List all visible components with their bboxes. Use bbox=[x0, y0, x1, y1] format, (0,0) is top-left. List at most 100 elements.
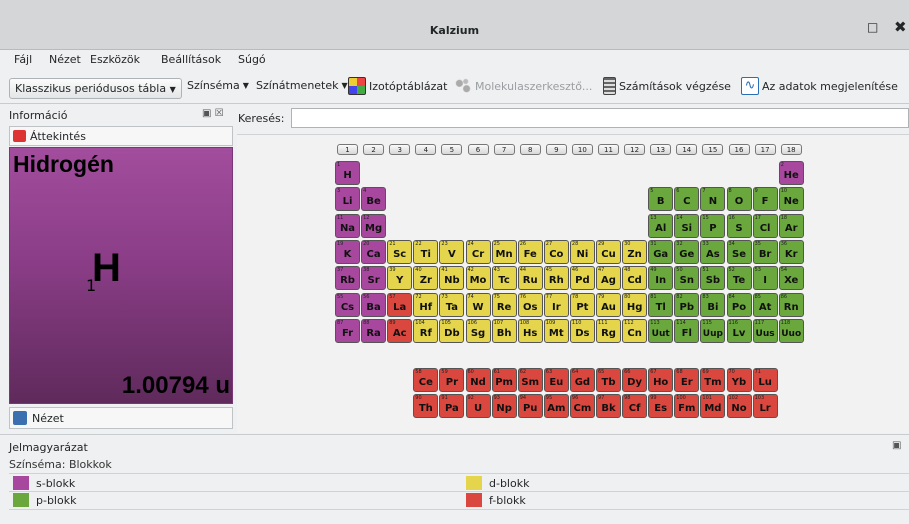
element-cell-w[interactable]: 74 W bbox=[465, 292, 491, 317]
element-cell-o[interactable]: 8O bbox=[726, 187, 752, 212]
element-cell-cs[interactable]: 55 Cs bbox=[335, 292, 360, 317]
element-cell-se[interactable]: 34 Se bbox=[726, 239, 752, 264]
element-cell-md[interactable]: 101 Md bbox=[700, 394, 726, 419]
element-cell-mo[interactable]: 42 Mo bbox=[465, 266, 491, 291]
element-cell-br[interactable]: 35 Br bbox=[752, 239, 778, 264]
element-cell-yb[interactable]: 70 Yb bbox=[726, 368, 752, 393]
element-cell-cm[interactable]: 96 Cm bbox=[569, 394, 595, 419]
group-header-2[interactable]: 2 bbox=[363, 144, 385, 155]
element-cell-db[interactable]: 105 Db bbox=[439, 318, 465, 343]
element-cell-ta[interactable]: 73 Ta bbox=[439, 292, 465, 317]
element-cell-u[interactable]: 92 U bbox=[465, 394, 491, 419]
group-header-14[interactable]: 14 bbox=[676, 144, 698, 155]
group-header-3[interactable]: 3 bbox=[389, 144, 411, 155]
element-cell-b[interactable]: 5B bbox=[648, 187, 674, 212]
element-cell-fl[interactable]: 114 Fl bbox=[674, 318, 700, 343]
group-header-7[interactable]: 7 bbox=[493, 144, 515, 155]
element-cell-rh[interactable]: 45 Rh bbox=[543, 266, 569, 291]
maximize-icon[interactable]: □ bbox=[867, 20, 878, 34]
group-header-10[interactable]: 10 bbox=[571, 144, 593, 155]
overview-tab[interactable]: Áttekintés bbox=[9, 126, 233, 146]
group-header-5[interactable]: 5 bbox=[441, 144, 463, 155]
element-cell-v[interactable]: 23 V bbox=[439, 239, 465, 264]
plot-data-button[interactable]: ∿ Az adatok megjelenítése bbox=[741, 77, 898, 95]
element-cell-fr[interactable]: 87 Fr bbox=[335, 318, 360, 343]
element-cell-ti[interactable]: 22 Ti bbox=[413, 239, 439, 264]
element-cell-zr[interactable]: 40 Zr bbox=[413, 266, 439, 291]
element-cell-as[interactable]: 33 As bbox=[700, 239, 726, 264]
group-header-15[interactable]: 15 bbox=[702, 144, 724, 155]
element-cell-nb[interactable]: 41 Nb bbox=[439, 266, 465, 291]
element-cell-si[interactable]: 14 Si bbox=[674, 213, 700, 238]
element-cell-p[interactable]: 15 P bbox=[700, 213, 726, 238]
element-cell-sr[interactable]: 38 Sr bbox=[361, 266, 387, 291]
element-cell-sb[interactable]: 51 Sb bbox=[700, 266, 726, 291]
group-header-17[interactable]: 17 bbox=[754, 144, 776, 155]
element-cell-bi[interactable]: 83 Bi bbox=[700, 292, 726, 317]
menu-help[interactable]: Súgó bbox=[238, 53, 266, 66]
element-cell-mn[interactable]: 25 Mn bbox=[491, 239, 517, 264]
element-cell-rg[interactable]: 111 Rg bbox=[596, 318, 621, 343]
element-cell-xe[interactable]: 54 Xe bbox=[778, 266, 804, 291]
element-cell-fm[interactable]: 100 Fm bbox=[674, 394, 700, 419]
legend-float-icon[interactable]: ▣ bbox=[892, 440, 901, 451]
element-cell-np[interactable]: 93 Np bbox=[491, 394, 517, 419]
group-header-8[interactable]: 8 bbox=[519, 144, 541, 155]
group-header-9[interactable]: 9 bbox=[545, 144, 567, 155]
element-cell-ge[interactable]: 32 Ge bbox=[674, 239, 700, 264]
element-cell-dy[interactable]: 66 Dy bbox=[622, 368, 648, 393]
element-cell-ba[interactable]: 56 Ba bbox=[361, 292, 387, 317]
element-cell-fe[interactable]: 26 Fe bbox=[517, 239, 543, 264]
close-icon[interactable]: ✖ bbox=[894, 18, 907, 36]
element-cell-ho[interactable]: 67 Ho bbox=[648, 368, 674, 393]
group-header-12[interactable]: 12 bbox=[624, 144, 646, 155]
element-cell-ga[interactable]: 31 Ga bbox=[648, 239, 674, 264]
element-cell-zn[interactable]: 30 Zn bbox=[622, 239, 648, 264]
element-cell-lv[interactable]: 116 Lv bbox=[726, 318, 752, 343]
element-cell-ne[interactable]: 10 Ne bbox=[778, 187, 804, 212]
element-cell-h[interactable]: 1H bbox=[335, 161, 360, 185]
element-cell-uup[interactable]: 115 Uup bbox=[700, 318, 726, 343]
menu-tools[interactable]: Eszközök bbox=[90, 53, 140, 66]
element-cell-in[interactable]: 49 In bbox=[648, 266, 674, 291]
element-cell-tc[interactable]: 43 Tc bbox=[491, 266, 517, 291]
table-type-select[interactable]: Klasszikus periódusos tábla ▼ bbox=[9, 78, 182, 99]
element-cell-li[interactable]: 3 Li bbox=[335, 187, 360, 212]
element-cell-es[interactable]: 99 Es bbox=[648, 394, 674, 419]
element-cell-sg[interactable]: 106 Sg bbox=[465, 318, 491, 343]
group-header-6[interactable]: 6 bbox=[467, 144, 489, 155]
menu-settings[interactable]: Beállítások bbox=[161, 53, 221, 66]
element-cell-au[interactable]: 79 Au bbox=[596, 292, 621, 317]
element-cell-no[interactable]: 102 No bbox=[726, 394, 752, 419]
element-cell-c[interactable]: 6C bbox=[674, 187, 700, 212]
element-cell-uus[interactable]: 117 Uus bbox=[752, 318, 778, 343]
element-cell-tm[interactable]: 69 Tm bbox=[700, 368, 726, 393]
element-cell-cr[interactable]: 24 Cr bbox=[465, 239, 491, 264]
element-cell-y[interactable]: 39 Y bbox=[387, 266, 413, 291]
element-cell-lu[interactable]: 71 Lu bbox=[752, 368, 778, 393]
element-cell-n[interactable]: 7N bbox=[700, 187, 726, 212]
element-cell-cl[interactable]: 17 Cl bbox=[752, 213, 778, 238]
element-cell-cn[interactable]: 112 Cn bbox=[622, 318, 648, 343]
element-cell-mt[interactable]: 109 Mt bbox=[543, 318, 569, 343]
element-cell-at[interactable]: 85 At bbox=[752, 292, 778, 317]
element-cell-pu[interactable]: 94 Pu bbox=[517, 394, 543, 419]
element-cell-he[interactable]: 2 He bbox=[778, 161, 804, 185]
element-cell-nd[interactable]: 60 Nd bbox=[465, 368, 491, 393]
element-cell-ru[interactable]: 44 Ru bbox=[517, 266, 543, 291]
element-cell-ag[interactable]: 47 Ag bbox=[596, 266, 621, 291]
element-cell-uut[interactable]: 113 Uut bbox=[648, 318, 674, 343]
element-cell-hg[interactable]: 80 Hg bbox=[622, 292, 648, 317]
element-cell-hs[interactable]: 108 Hs bbox=[517, 318, 543, 343]
element-cell-sc[interactable]: 21 Sc bbox=[387, 239, 413, 264]
search-input[interactable] bbox=[291, 108, 909, 128]
menu-view[interactable]: Nézet bbox=[49, 53, 81, 66]
element-cell-mg[interactable]: 12 Mg bbox=[361, 213, 387, 238]
element-cell-ni[interactable]: 28 Ni bbox=[569, 239, 595, 264]
element-cell-bh[interactable]: 107 Bh bbox=[491, 318, 517, 343]
element-cell-pr[interactable]: 59 Pr bbox=[439, 368, 465, 393]
element-cell-ir[interactable]: 77 Ir bbox=[543, 292, 569, 317]
element-cell-k[interactable]: 19 K bbox=[335, 239, 360, 264]
element-cell-re[interactable]: 75 Re bbox=[491, 292, 517, 317]
element-cell-na[interactable]: 11 Na bbox=[335, 213, 360, 238]
